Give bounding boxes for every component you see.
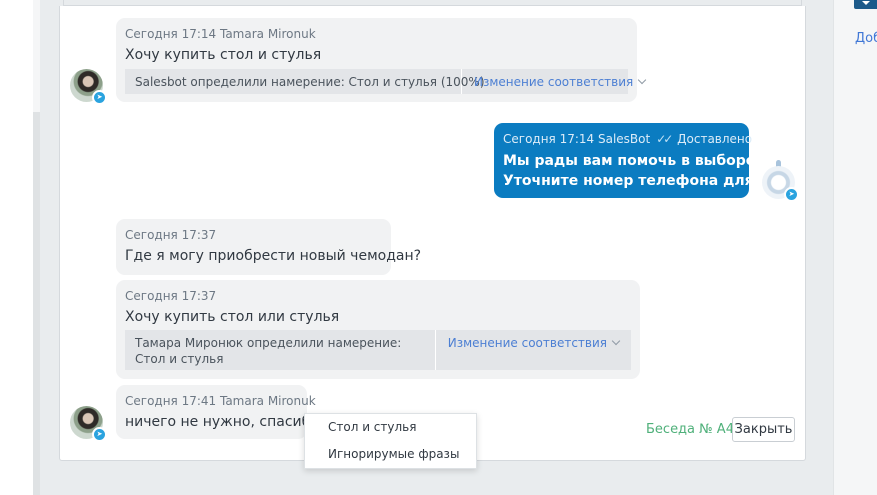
change-match-dropdown[interactable]: Изменение соответствия: [436, 330, 631, 370]
chevron-down-icon: [611, 336, 621, 346]
chevron-down-icon: [638, 75, 647, 85]
scrollbar-thumb[interactable]: [33, 0, 40, 112]
telegram-icon: ➤: [92, 90, 107, 105]
intent-description: Salesbot определили намерение: Стол и ст…: [125, 69, 485, 94]
incoming-message: Сегодня 17:41 Tamara Mironuk ничего не н…: [116, 385, 319, 439]
intent-dropdown-menu: Стол и стулья Игнорирумые фразы: [304, 413, 477, 469]
double-check-icon: ✓✓: [656, 132, 673, 146]
user-avatar[interactable]: ➤: [70, 69, 107, 105]
message-meta: Сегодня 17:37: [125, 289, 217, 303]
intent-row: Тамара Миронюк определили намерение: Сто…: [125, 330, 631, 370]
outgoing-bot-message: Сегодня 17:14 SalesBot ✓✓ Доставлено Мы р…: [494, 123, 803, 198]
conversation-number-link[interactable]: Беседа № A48: [646, 422, 742, 437]
message-text: Где я могу приобрести новый чемодан?: [125, 248, 422, 264]
incoming-message: Сегодня 17:14 Tamara Mironuk Хочу купить…: [116, 18, 647, 102]
message-meta: Сегодня 17:14 Tamara Mironuk: [125, 27, 316, 41]
dropdown-option-table-chairs[interactable]: Стол и стулья: [305, 414, 476, 441]
change-match-dropdown[interactable]: Изменение соответствия: [462, 69, 657, 94]
bot-message-text-line2: Уточните номер телефона для связи: [503, 173, 803, 189]
close-button[interactable]: Закрыть: [732, 417, 795, 442]
change-match-label: Изменение соответствия: [447, 336, 607, 350]
telegram-icon: ➤: [784, 187, 799, 202]
message-meta: Сегодня 17:37: [125, 228, 217, 242]
bot-avatar[interactable]: ➤: [762, 160, 799, 202]
change-match-label: Изменение соответствия: [474, 75, 634, 89]
message-text: ничего не нужно, спасибо: [125, 414, 319, 430]
delivery-status: Доставлено: [677, 132, 753, 146]
bot-message-text-line1: Мы рады вам помочь в выборе.: [503, 153, 761, 169]
scrollbar[interactable]: [33, 0, 40, 495]
left-panel: [0, 0, 33, 495]
intent-row: Salesbot определили намерение: Стол и ст…: [125, 69, 647, 94]
message-meta: Сегодня 17:41 Tamara Mironuk: [125, 394, 316, 408]
bot-meta-time: Сегодня 17:14 SalesBot: [503, 132, 651, 146]
bot-message-meta: Сегодня 17:14 SalesBot ✓✓ Доставлено: [503, 131, 752, 147]
incoming-message: Сегодня 17:37 Где я могу приобрести новы…: [116, 219, 422, 275]
message-text: Хочу купить стол или стулья: [125, 309, 340, 325]
telegram-icon: ➤: [92, 427, 107, 442]
dropdown-option-ignored-phrases[interactable]: Игнорирумые фразы: [305, 441, 476, 468]
add-link[interactable]: Доб: [855, 31, 877, 46]
intent-description: Тамара Миронюк определили намерение: Сто…: [125, 330, 436, 370]
user-avatar[interactable]: ➤: [70, 406, 107, 442]
right-panel: Доб: [833, 0, 877, 495]
incoming-message: Сегодня 17:37 Хочу купить стол или стуль…: [116, 280, 640, 379]
collapse-button[interactable]: [854, 0, 877, 9]
message-text: Хочу купить стол и стулья: [125, 47, 322, 63]
